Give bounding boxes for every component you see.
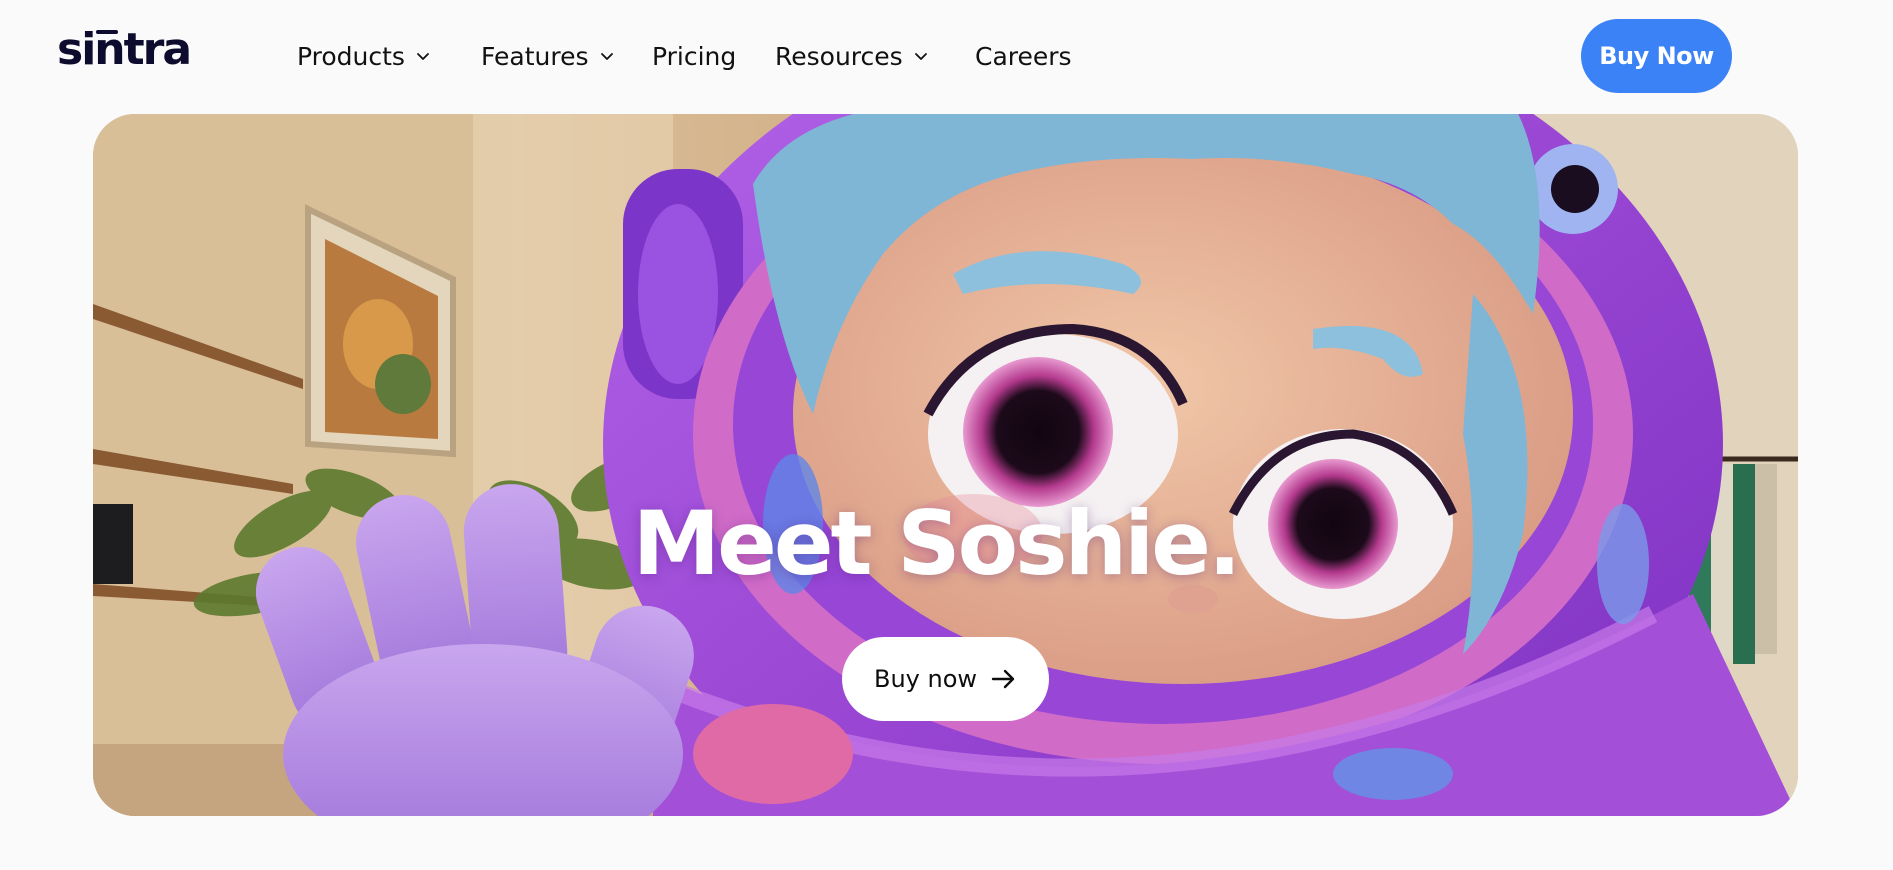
nav-item-products[interactable]: Products	[297, 38, 431, 74]
nav-label: Resources	[775, 41, 903, 71]
nav-label: Pricing	[652, 41, 737, 71]
nav-label: Features	[481, 41, 589, 71]
nav-label: Careers	[975, 41, 1072, 71]
nav-item-resources[interactable]: Resources	[775, 38, 929, 74]
hero-buy-now-button[interactable]: Buy now	[842, 637, 1049, 721]
logo-text: sintra	[57, 24, 192, 75]
buy-now-button[interactable]: Buy Now	[1581, 19, 1732, 93]
logo-macron	[96, 30, 118, 34]
hero-cta-label: Buy now	[873, 665, 978, 693]
arrow-right-icon	[991, 669, 1015, 689]
nav-item-careers[interactable]: Careers	[975, 38, 1072, 74]
hero-title: Meet Soshie.	[632, 492, 1242, 595]
site-header: sintra Products Features Pricing Resourc…	[0, 0, 1893, 112]
nav-item-features[interactable]: Features	[481, 38, 615, 74]
hero-banner: Meet Soshie. Buy now	[93, 114, 1798, 816]
chevron-down-icon	[600, 53, 613, 60]
chevron-down-icon	[914, 53, 927, 60]
sintra-logo[interactable]: sintra	[57, 28, 192, 72]
chevron-down-icon	[417, 53, 429, 60]
nav-label: Products	[297, 41, 405, 71]
nav-item-pricing[interactable]: Pricing	[652, 38, 736, 74]
